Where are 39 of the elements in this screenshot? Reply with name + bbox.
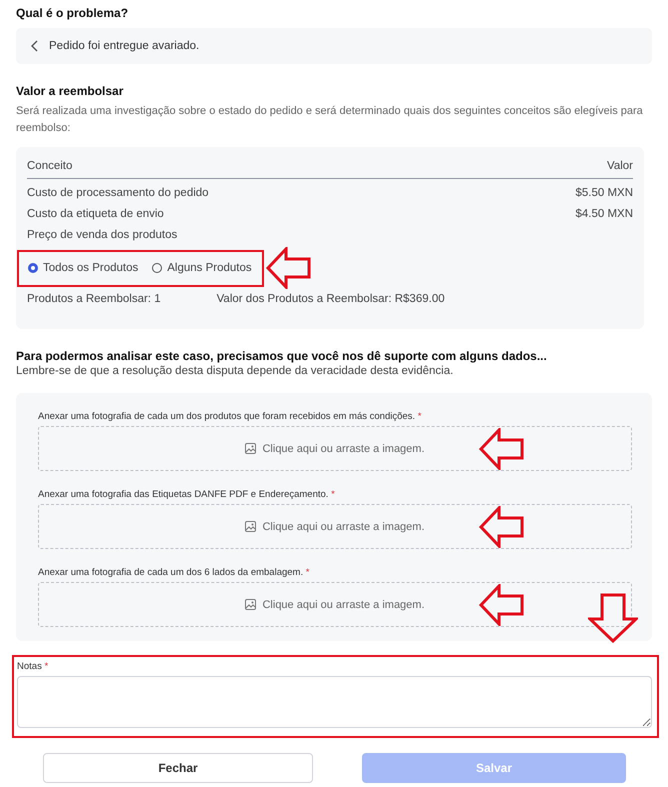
subtext: Lembre-se de que a resolução desta disputa depende da veracidade desta evidência.: [16, 365, 454, 377]
table-cell: Custo de processamento do pedido: [27, 186, 209, 200]
section-heading: Valor a reembolsar: [16, 84, 124, 98]
column-header: Valor: [607, 160, 633, 172]
table-cell: Custo da etiqueta de envio: [27, 207, 164, 221]
arrow-annotation: [266, 247, 312, 289]
field-label: Notas *: [17, 661, 50, 672]
upload-dropzone[interactable]: Clique aqui ou arraste a imagem.: [38, 582, 632, 627]
description-text: Será realizada uma investigação sobre o estado do pedido e será determinado quais dos seguintes conceitos são elegíveis para reembolso:: [16, 104, 644, 136]
table-cell: $5.50 MXN: [575, 186, 633, 200]
field-label: Anexar uma fotografia de cada um dos 6 lados da embalagem. *: [38, 567, 310, 578]
problem-text: Pedido foi entregue avariado.: [49, 40, 200, 52]
arrow-annotation: [479, 584, 525, 626]
summary-text: Produtos a Reembolsar: 1: [27, 293, 161, 305]
field-label: Anexar uma fotografia das Etiquetas DANFE PDF e Endereçamento. *: [38, 489, 336, 500]
column-header: Conceito: [27, 160, 72, 172]
close-button[interactable]: Fechar: [43, 753, 313, 783]
section-heading: Qual é o problema?: [16, 6, 130, 20]
dropzone-text: Clique aqui ou arraste a imagem.: [262, 598, 425, 610]
upload-dropzone[interactable]: Clique aqui ou arraste a imagem.: [38, 504, 632, 549]
upload-dropzone[interactable]: Clique aqui ou arraste a imagem.: [38, 426, 632, 471]
radio-option[interactable]: Todos os Produtos: [28, 262, 138, 274]
chevron-left-icon: [30, 40, 39, 52]
notes-field[interactable]: [17, 676, 652, 728]
arrow-annotation: [588, 593, 638, 643]
section-heading: Para podermos analisar este caso, precisamos que você nos dê suporte com alguns dados...: [16, 349, 548, 363]
arrow-annotation: [479, 506, 525, 548]
summary-text: Valor dos Produtos a Reembolsar: R$369.00: [216, 293, 445, 305]
image-icon: [245, 443, 256, 454]
arrow-annotation: [479, 428, 525, 470]
image-icon: [245, 521, 256, 532]
table-cell: $4.50 MXN: [575, 207, 633, 221]
image-icon: [245, 599, 256, 610]
table-cell: Preço de venda dos produtos: [27, 228, 178, 242]
radio-option[interactable]: Alguns Produtos: [152, 262, 252, 274]
dropzone-text: Clique aqui ou arraste a imagem.: [262, 520, 425, 532]
dropzone-text: Clique aqui ou arraste a imagem.: [262, 442, 425, 454]
problem-selector[interactable]: Pedido foi entregue avariado.: [16, 28, 652, 64]
field-label: Anexar uma fotografia de cada um dos produtos que foram recebidos em más condições. *: [38, 411, 422, 422]
